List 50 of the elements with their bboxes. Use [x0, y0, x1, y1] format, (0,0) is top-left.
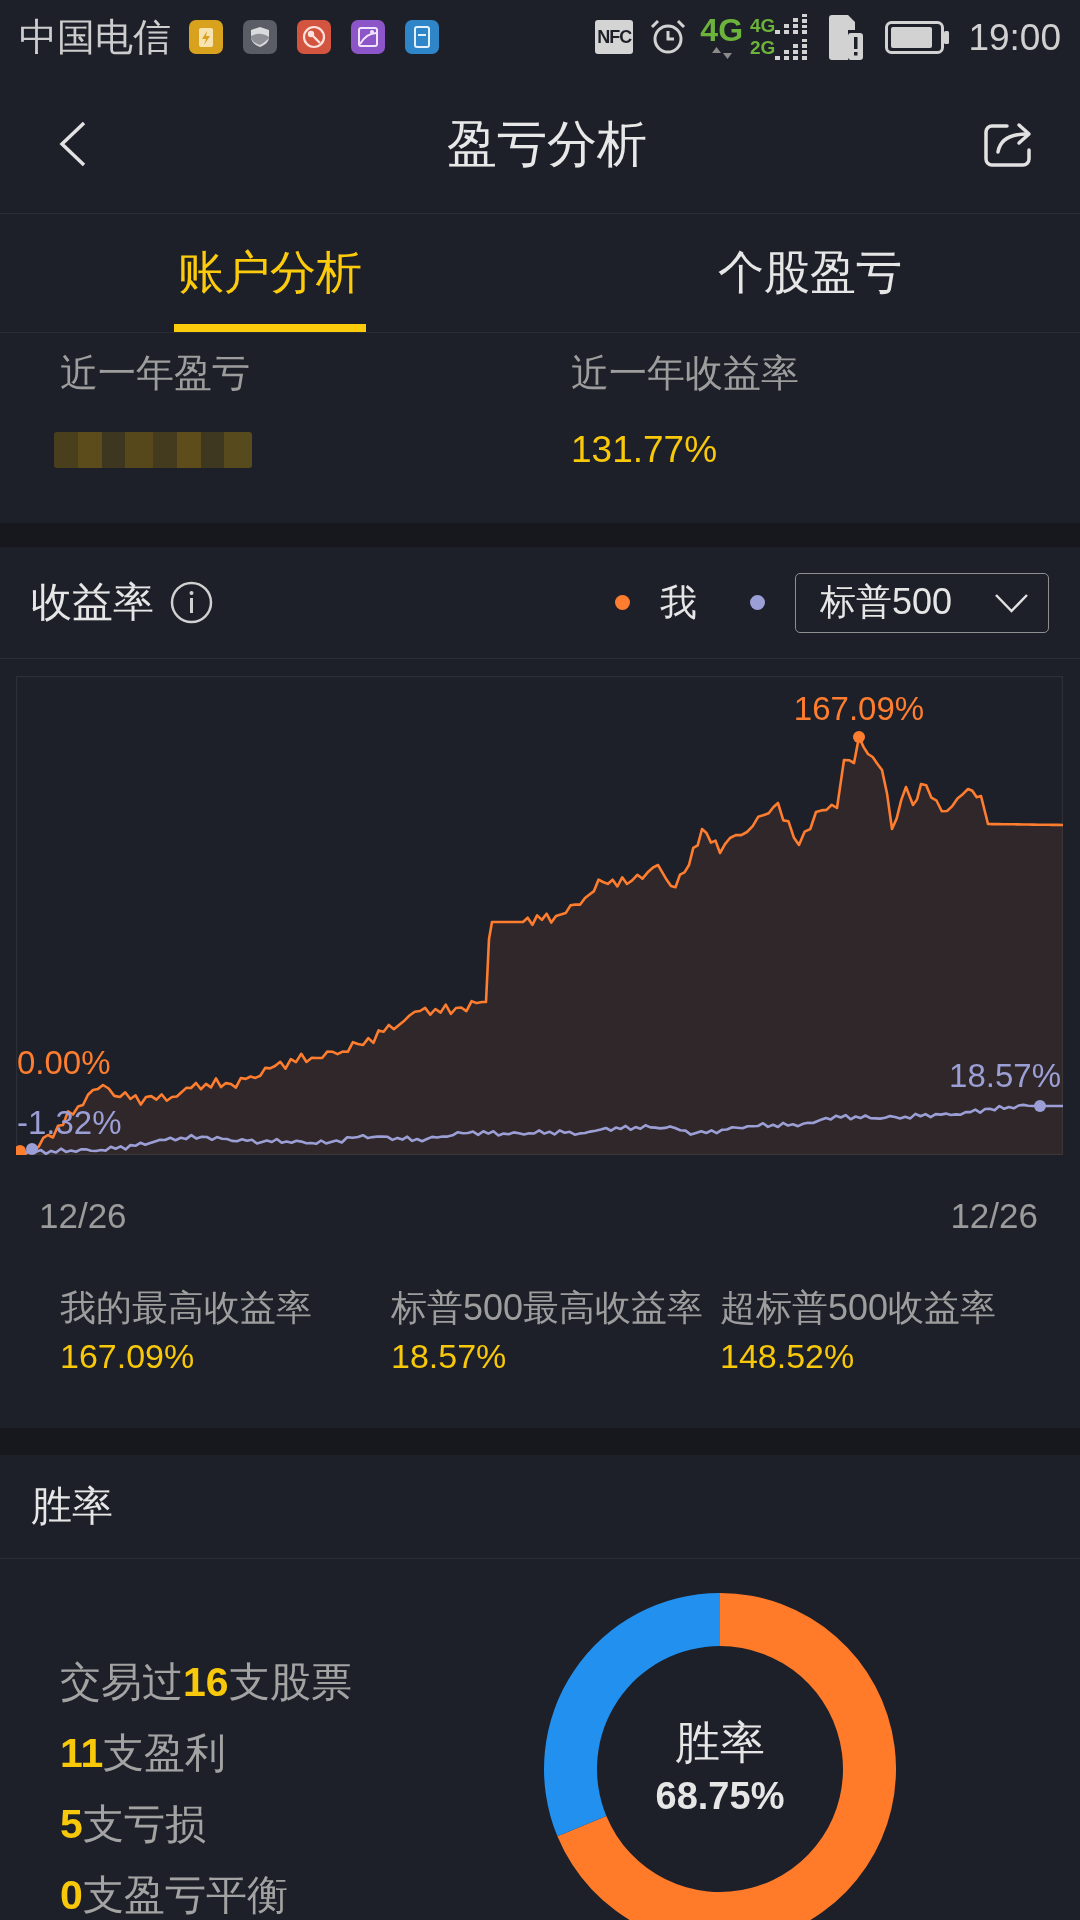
- trade-count-text: 交易过16支股票: [60, 1658, 352, 1707]
- stat-value: 167.09%: [60, 1336, 195, 1377]
- summary-label: 近一年收益率: [571, 351, 799, 396]
- win-rate-value: 68.75%: [655, 1775, 785, 1817]
- section-title: 收益率: [31, 582, 154, 623]
- charging-app-icon: [189, 20, 223, 54]
- chevron-down-icon: [994, 592, 1029, 613]
- point-marker: [853, 731, 865, 743]
- summary-label: 近一年盈亏: [60, 351, 250, 396]
- benchmark-dropdown[interactable]: 标普500: [795, 572, 1049, 633]
- value-label: 18.57%: [949, 1057, 1061, 1094]
- info-icon[interactable]: [170, 581, 213, 624]
- point-marker: [26, 1143, 38, 1155]
- page-title: 盈亏分析: [447, 118, 647, 169]
- value-label: 167.09%: [793, 690, 925, 727]
- card-app-icon: [405, 20, 439, 54]
- key-app-icon: [297, 20, 331, 54]
- point-marker: [1034, 1100, 1046, 1112]
- stat-value: 18.57%: [391, 1336, 507, 1377]
- x-axis-label: 12/26: [950, 1197, 1038, 1233]
- alarm-clock-icon: [650, 19, 687, 55]
- network-type: 4G: [750, 15, 776, 37]
- sim-card-alert-icon: [826, 13, 865, 61]
- nfc-badge: NFC: [595, 20, 634, 54]
- shield-app-icon: [243, 20, 277, 54]
- network-type: 4G: [700, 15, 744, 45]
- tab[interactable]: 个股盈亏: [540, 214, 1080, 332]
- ring-label: 胜率: [675, 1717, 765, 1768]
- section-title: 胜率: [31, 1486, 113, 1527]
- summary-value: 131.77%: [571, 428, 718, 472]
- value-label: 0.00%: [17, 1044, 111, 1081]
- back-icon[interactable]: [59, 120, 86, 167]
- data-arrows-icon: [710, 47, 733, 59]
- legend-label: 我: [660, 584, 697, 621]
- stat-value: 148.52%: [720, 1336, 855, 1377]
- clock-time: 19:00: [968, 18, 1061, 56]
- trade-count-text: 0支盈亏平衡: [60, 1871, 288, 1920]
- network-type: 2G: [750, 37, 776, 59]
- stat-label: 我的最高收益率: [60, 1286, 312, 1330]
- carrier-name: 中国电信: [19, 18, 171, 56]
- image-app-icon: [351, 20, 385, 54]
- x-axis-label: 12/26: [39, 1197, 127, 1233]
- battery-icon: [885, 20, 951, 54]
- stat-label: 标普500最高收益率: [391, 1286, 704, 1330]
- tab[interactable]: 账户分析: [0, 214, 540, 332]
- trade-count-text: 11支盈利: [60, 1729, 227, 1778]
- stat-label: 超标普500收益率: [720, 1286, 997, 1330]
- trade-count-text: 5支亏损: [60, 1800, 206, 1849]
- point-marker: [16, 1145, 26, 1155]
- signal-icon: [775, 14, 810, 60]
